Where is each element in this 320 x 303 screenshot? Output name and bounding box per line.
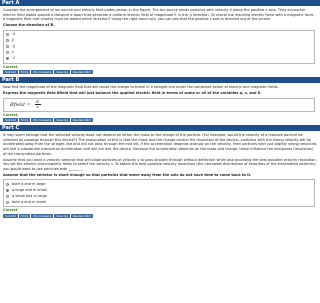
submit-button[interactable]: Submit — [3, 118, 18, 123]
part-c-para-1: It may seem strange that the selected ve… — [3, 133, 317, 156]
hints-button[interactable]: Hints — [18, 70, 31, 75]
part-c-choices: both q and m large q large and m small q… — [3, 179, 315, 208]
part-a-text: Consider the arrangement of ion source a… — [3, 8, 315, 22]
part-a-status: Correct — [3, 64, 18, 69]
review-part-button[interactable]: Review Part — [71, 118, 93, 123]
part-a-buttons: Submit Hints My Answers Give Up Review P… — [3, 70, 317, 75]
part-b-body: Now find the magnitude of the magnetic f… — [0, 83, 320, 125]
choice-3[interactable]: both q and m small — [6, 199, 312, 205]
part-a-choices: -x̂ ŷ -ŷ ẑ -ẑ — [3, 29, 315, 64]
submit-button[interactable]: Submit — [3, 213, 18, 218]
fraction-denominator: v — [36, 104, 39, 110]
part-b-buttons: Submit Hints My Answers Give Up Review P… — [3, 118, 317, 123]
hints-button[interactable]: Hints — [18, 213, 31, 218]
part-b-status: Correct — [3, 112, 18, 117]
review-part-button[interactable]: Review Part — [71, 213, 93, 218]
part-c-body: It may seem strange that the selected ve… — [0, 131, 320, 220]
choice-4[interactable]: -ẑ — [6, 56, 312, 62]
radio-2[interactable] — [6, 194, 9, 198]
part-a-body: Consider the arrangement of ion source a… — [0, 6, 320, 77]
radio-1[interactable] — [6, 39, 9, 43]
part-a-question: Choose the direction of B⃗. — [3, 23, 55, 28]
give-up-button[interactable]: Give Up — [54, 70, 71, 75]
radio-0[interactable] — [6, 182, 9, 186]
part-c-buttons: Submit Hints My Answers Give Up Review P… — [3, 213, 317, 218]
part-b-question: Express the magnetic field Bfield that w… — [3, 91, 262, 96]
my-answers-button[interactable]: My Answers — [31, 118, 54, 123]
my-answers-button[interactable]: My Answers — [31, 213, 54, 218]
radio-1-selected[interactable] — [6, 188, 9, 192]
part-b-answer-box: Bfield = E v — [3, 97, 315, 112]
radio-0[interactable] — [6, 33, 9, 37]
submit-button[interactable]: Submit — [3, 70, 18, 75]
hints-button[interactable]: Hints — [18, 118, 31, 123]
radio-2[interactable] — [6, 45, 9, 49]
part-c-para-2: Assume that you want a velocity selector… — [3, 157, 317, 171]
part-c-status: Correct — [3, 208, 18, 213]
radio-3[interactable] — [6, 51, 9, 55]
radio-4-selected[interactable] — [6, 57, 9, 61]
review-part-button[interactable]: Review Part — [71, 70, 93, 75]
my-answers-button[interactable]: My Answers — [31, 70, 54, 75]
radio-3[interactable] — [6, 200, 9, 204]
answer-fraction: E v — [34, 100, 41, 110]
give-up-button[interactable]: Give Up — [54, 213, 71, 218]
bfield-label: Bfield = — [10, 101, 31, 108]
give-up-button[interactable]: Give Up — [54, 118, 71, 123]
part-b-text: Now find the magnitude of the magnetic f… — [3, 85, 279, 90]
part-c-question: Assume that the selector is short enough… — [3, 172, 252, 177]
